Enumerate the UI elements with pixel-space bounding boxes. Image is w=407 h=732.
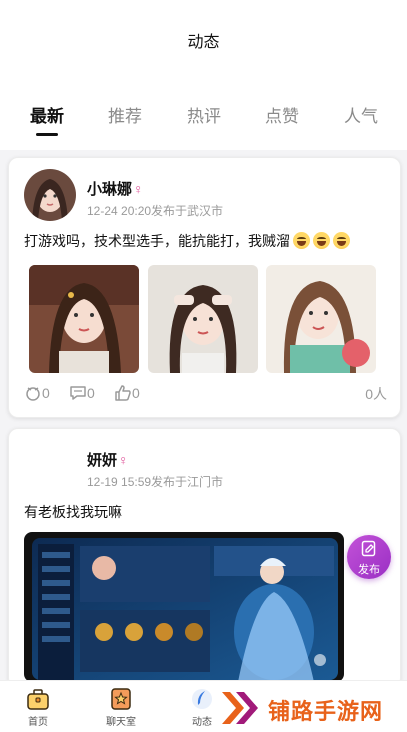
page-header: 动态 最新 推荐 热评 点赞 人气 [0, 0, 407, 150]
gift-button[interactable]: 0 [24, 384, 50, 402]
grinning-sweat-emoji-icon [333, 232, 350, 249]
tab-likes[interactable]: 点赞 [265, 102, 299, 127]
tab-hot-comments[interactable]: 热评 [187, 102, 221, 127]
tab-latest[interactable]: 最新 [30, 102, 64, 127]
edit-icon [361, 540, 376, 557]
female-icon: ♀ [133, 181, 144, 197]
page-title: 动态 [187, 34, 220, 51]
nav-home-label: 首页 [28, 717, 48, 728]
publish-button[interactable]: 发布 [347, 535, 391, 579]
post-meta: 12-24 20:20发布于武汉市 [87, 204, 224, 218]
post-image[interactable] [148, 265, 258, 373]
post-text: 打游戏吗，技术型选手，能抗能打，我贼溜 [24, 231, 350, 251]
avatar[interactable] [24, 169, 76, 221]
star-badge-icon [111, 688, 131, 710]
post-card[interactable]: 小琳娜♀ 12-24 20:20发布于武汉市 打游戏吗，技术型选手，能抗能打，我… [8, 157, 401, 418]
grinning-sweat-emoji-icon [313, 232, 330, 249]
post-username[interactable]: 妍妍♀ [87, 449, 129, 470]
briefcase-icon [27, 689, 49, 710]
post-image[interactable] [29, 265, 139, 373]
post-image[interactable] [24, 532, 344, 682]
nav-chatroom-label: 聊天室 [106, 717, 136, 728]
post-image[interactable] [266, 265, 376, 373]
comment-icon [70, 386, 86, 400]
post-actions: 0 0 0 0人 [24, 384, 387, 404]
post-text: 有老板找我玩嘛 [24, 504, 122, 520]
publish-label: 发布 [358, 564, 380, 576]
site-watermark: 铺路手游网 [220, 684, 407, 730]
thumbs-up-icon [115, 385, 131, 401]
post-meta: 12-19 15:59发布于江门市 [87, 475, 224, 489]
like-count: 0 [132, 385, 140, 401]
watermark-text: 铺路手游网 [268, 699, 384, 724]
nav-chatroom[interactable]: 聊天室 [91, 687, 151, 728]
grinning-sweat-emoji-icon [293, 232, 310, 249]
feed-tabs: 最新 推荐 热评 点赞 人气 [0, 102, 407, 136]
comment-count: 0 [87, 385, 95, 401]
tab-popularity[interactable]: 人气 [344, 102, 378, 127]
tab-recommended[interactable]: 推荐 [108, 102, 142, 127]
post-card[interactable]: 妍妍♀ 12-19 15:59发布于江门市 有老板找我玩嘛 [8, 428, 401, 688]
feather-icon [192, 689, 212, 709]
gift-icon [26, 387, 40, 401]
post-username[interactable]: 小琳娜♀ [87, 178, 144, 199]
avatar[interactable] [24, 440, 76, 492]
female-icon: ♀ [118, 452, 129, 468]
like-button[interactable]: 0 [114, 384, 140, 402]
active-tab-indicator [36, 133, 58, 136]
comment-button[interactable]: 0 [69, 384, 95, 402]
nav-home[interactable]: 首页 [8, 687, 68, 728]
view-count: 0人 [365, 386, 387, 402]
chevron-logo-icon [222, 692, 258, 724]
gift-count: 0 [42, 385, 50, 401]
